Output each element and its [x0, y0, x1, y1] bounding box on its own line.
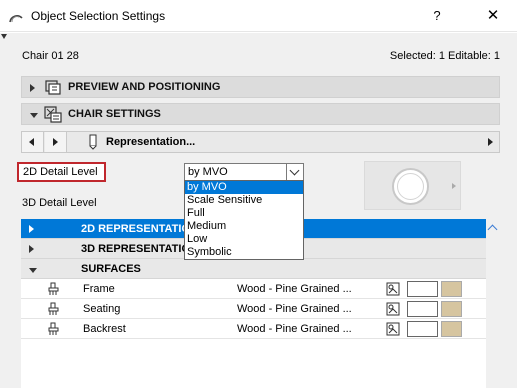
paint-brush-icon: [48, 322, 59, 335]
wood-swatch[interactable]: [441, 321, 462, 337]
collapse-arrow-icon: [29, 268, 37, 273]
representation-page-selector[interactable]: Representation...: [106, 136, 195, 148]
close-button[interactable]: ✕: [480, 6, 506, 26]
object-preview: [364, 161, 461, 210]
section-chair-settings[interactable]: CHAIR SETTINGS: [21, 103, 500, 125]
material-picker-icon[interactable]: [386, 282, 400, 296]
color-swatch[interactable]: [407, 321, 438, 337]
material-picker-icon[interactable]: [386, 322, 400, 336]
dropdown-option[interactable]: Full: [185, 207, 303, 220]
window-title: Object Selection Settings: [31, 9, 166, 23]
color-swatch[interactable]: [407, 301, 438, 317]
chair-preview-image: [392, 168, 429, 205]
next-page-button[interactable]: [45, 132, 67, 152]
preview-next-icon[interactable]: [452, 183, 456, 189]
combo-dropdown-button[interactable]: [286, 164, 303, 180]
color-swatch[interactable]: [407, 281, 438, 297]
expand-arrow-icon: [29, 225, 34, 233]
previous-page-button[interactable]: [22, 132, 44, 152]
tree-group-label: 3D REPRESENTATION: [81, 243, 198, 255]
surface-row-seating[interactable]: Seating Wood - Pine Grained ...: [21, 299, 486, 319]
combo-value: by MVO: [188, 166, 228, 178]
wood-swatch[interactable]: [441, 281, 462, 297]
preview-icon: [45, 80, 61, 95]
detail-level-dropdown-list: by MVO Scale Sensitive Full Medium Low S…: [184, 180, 304, 260]
wood-swatch[interactable]: [441, 301, 462, 317]
app-arc-icon: [9, 15, 23, 23]
surface-row-backrest[interactable]: Backrest Wood - Pine Grained ...: [21, 319, 486, 339]
pencil-icon: [89, 134, 97, 150]
section-label: CHAIR SETTINGS: [68, 108, 161, 120]
scroll-up-icon[interactable]: [487, 224, 498, 235]
collapse-arrow-icon: [30, 113, 38, 118]
surface-material[interactable]: Wood - Pine Grained ...: [237, 323, 352, 335]
tree-group-label: SURFACES: [81, 263, 141, 275]
section-label: PREVIEW AND POSITIONING: [68, 81, 221, 93]
selection-info: Selected: 1 Editable: 1: [389, 50, 500, 62]
arrow-right-icon: [53, 138, 58, 146]
surface-name: Backrest: [83, 323, 126, 335]
dropdown-option[interactable]: by MVO: [185, 181, 303, 194]
surface-material[interactable]: Wood - Pine Grained ...: [237, 283, 352, 295]
detail-3d-label: 3D Detail Level: [22, 197, 97, 209]
surface-name: Seating: [83, 303, 121, 315]
tree-scrollbar[interactable]: [486, 219, 500, 388]
dropdown-option[interactable]: Symbolic: [185, 246, 303, 259]
collapse-marker-icon: [1, 34, 7, 39]
detail-2d-label-box: 2D Detail Level: [17, 162, 106, 182]
title-bar: Object Selection Settings ? ✕: [0, 0, 517, 32]
chair-settings-icon: [44, 106, 62, 123]
tree-group-label: 2D REPRESENTATION: [81, 223, 198, 235]
expand-arrow-icon: [29, 245, 34, 253]
surface-row-frame[interactable]: Frame Wood - Pine Grained ...: [21, 279, 486, 299]
dropdown-option[interactable]: Scale Sensitive: [185, 194, 303, 207]
dropdown-option[interactable]: Low: [185, 233, 303, 246]
paint-brush-icon: [48, 282, 59, 295]
chair-preview-inner: [397, 173, 424, 200]
detail-level-combo[interactable]: by MVO: [184, 163, 304, 181]
dropdown-option[interactable]: Medium: [185, 220, 303, 233]
surface-material[interactable]: Wood - Pine Grained ...: [237, 303, 352, 315]
representation-bar: Representation...: [21, 131, 500, 153]
surface-name: Frame: [83, 283, 115, 295]
tree-group-surfaces[interactable]: SURFACES: [21, 259, 486, 279]
section-preview-positioning[interactable]: PREVIEW AND POSITIONING: [21, 76, 500, 98]
object-name: Chair 01 28: [22, 50, 79, 62]
arrow-left-icon: [29, 138, 34, 146]
detail-2d-label: 2D Detail Level: [23, 166, 98, 178]
paint-brush-icon: [48, 302, 59, 315]
chevron-down-icon: [289, 165, 300, 176]
expand-arrow-icon: [30, 84, 35, 92]
help-button[interactable]: ?: [425, 6, 449, 26]
material-picker-icon[interactable]: [386, 302, 400, 316]
expand-arrow-icon[interactable]: [488, 138, 493, 146]
